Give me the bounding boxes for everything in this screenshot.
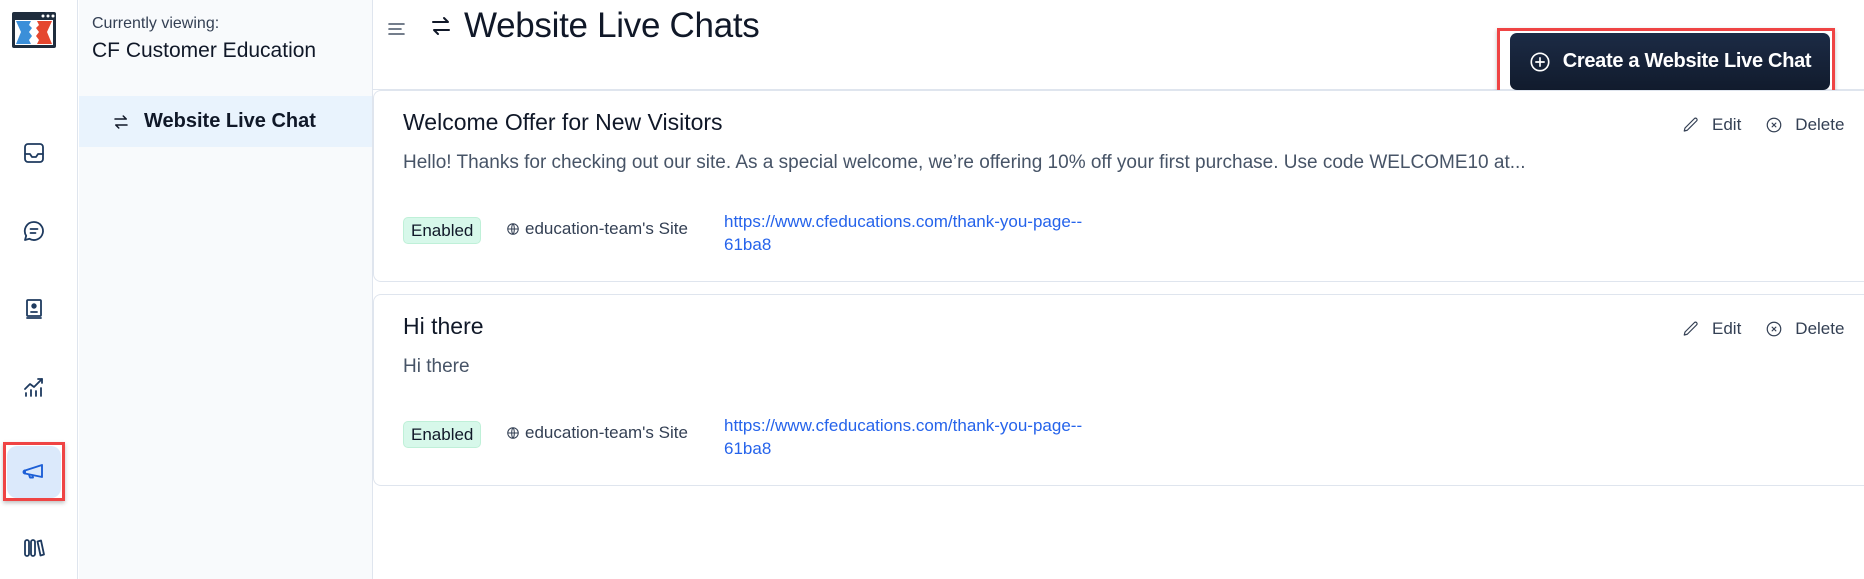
globe-icon bbox=[507, 427, 519, 439]
chat-bubble-icon bbox=[23, 221, 44, 241]
create-live-chat-label: Create a Website Live Chat bbox=[1562, 50, 1812, 72]
rail-item-library[interactable] bbox=[12, 526, 56, 570]
chat-description: Hello! Thanks for checking out our site.… bbox=[403, 152, 1526, 173]
workspace-name: CF Customer Education bbox=[92, 39, 317, 62]
chat-description: Hi there bbox=[403, 356, 470, 377]
subnav-item-label: Website Live Chat bbox=[144, 110, 316, 132]
site-name: education-team's Site bbox=[525, 423, 688, 442]
live-chat-card: Hi there Edit Delete Hi there Enabled ed… bbox=[373, 294, 1864, 486]
rail-item-chat[interactable] bbox=[12, 209, 56, 253]
site-name: education-team's Site bbox=[525, 219, 688, 238]
clickfunnels-logo[interactable] bbox=[11, 11, 57, 49]
live-chat-card: Welcome Offer for New Visitors Edit Dele… bbox=[373, 90, 1864, 282]
delete-label: Delete bbox=[1795, 115, 1845, 134]
rail-item-contacts[interactable] bbox=[12, 287, 56, 331]
site-label: education-team's Site bbox=[506, 423, 688, 443]
edit-label: Edit bbox=[1712, 319, 1742, 338]
chat-title: Welcome Offer for New Visitors bbox=[403, 109, 723, 135]
arrows-swap-icon bbox=[114, 114, 128, 129]
delete-label: Delete bbox=[1795, 319, 1845, 338]
chat-url-link[interactable]: https://www.cfeducations.com/thank-you-p… bbox=[724, 210, 1084, 256]
delete-button[interactable]: Delete bbox=[1765, 319, 1844, 339]
rail-item-analytics[interactable] bbox=[12, 366, 56, 410]
contact-book-icon bbox=[26, 299, 42, 319]
icon-rail bbox=[0, 0, 78, 579]
inbox-icon bbox=[24, 143, 44, 163]
secondary-sidebar: Currently viewing: CF Customer Education… bbox=[79, 0, 373, 579]
currently-viewing-label: Currently viewing: bbox=[92, 15, 220, 32]
subnav-item-website-live-chat[interactable]: Website Live Chat bbox=[79, 96, 372, 147]
site-label: education-team's Site bbox=[506, 219, 688, 239]
page-title: Website Live Chats bbox=[464, 6, 760, 45]
edit-button[interactable]: Edit bbox=[1682, 319, 1741, 339]
pencil-icon bbox=[1683, 117, 1698, 132]
rail-item-marketing[interactable] bbox=[7, 446, 61, 498]
delete-button[interactable]: Delete bbox=[1765, 115, 1844, 135]
card-actions: Edit Delete bbox=[1682, 115, 1844, 135]
chat-url-link[interactable]: https://www.cfeducations.com/thank-you-p… bbox=[724, 414, 1084, 460]
edit-button[interactable]: Edit bbox=[1682, 115, 1741, 135]
close-circle-icon bbox=[1766, 321, 1782, 337]
pencil-icon bbox=[1683, 321, 1698, 336]
status-badge: Enabled bbox=[403, 217, 482, 244]
chart-trend-icon bbox=[24, 378, 43, 397]
plus-circle-icon bbox=[1530, 51, 1550, 72]
edit-label: Edit bbox=[1712, 115, 1742, 134]
main-content: Website Live Chats Create a Website Live… bbox=[373, 0, 1864, 579]
menu-toggle-icon[interactable] bbox=[387, 20, 407, 38]
card-actions: Edit Delete bbox=[1682, 319, 1844, 339]
status-badge: Enabled bbox=[403, 421, 482, 448]
create-live-chat-button[interactable]: Create a Website Live Chat bbox=[1510, 33, 1830, 90]
rail-item-inbox[interactable] bbox=[12, 131, 56, 175]
close-circle-icon bbox=[1766, 117, 1782, 133]
chat-title: Hi there bbox=[403, 313, 484, 339]
globe-icon bbox=[507, 223, 519, 235]
library-icon bbox=[24, 539, 45, 557]
arrows-swap-icon bbox=[432, 17, 450, 35]
megaphone-icon bbox=[22, 464, 43, 479]
